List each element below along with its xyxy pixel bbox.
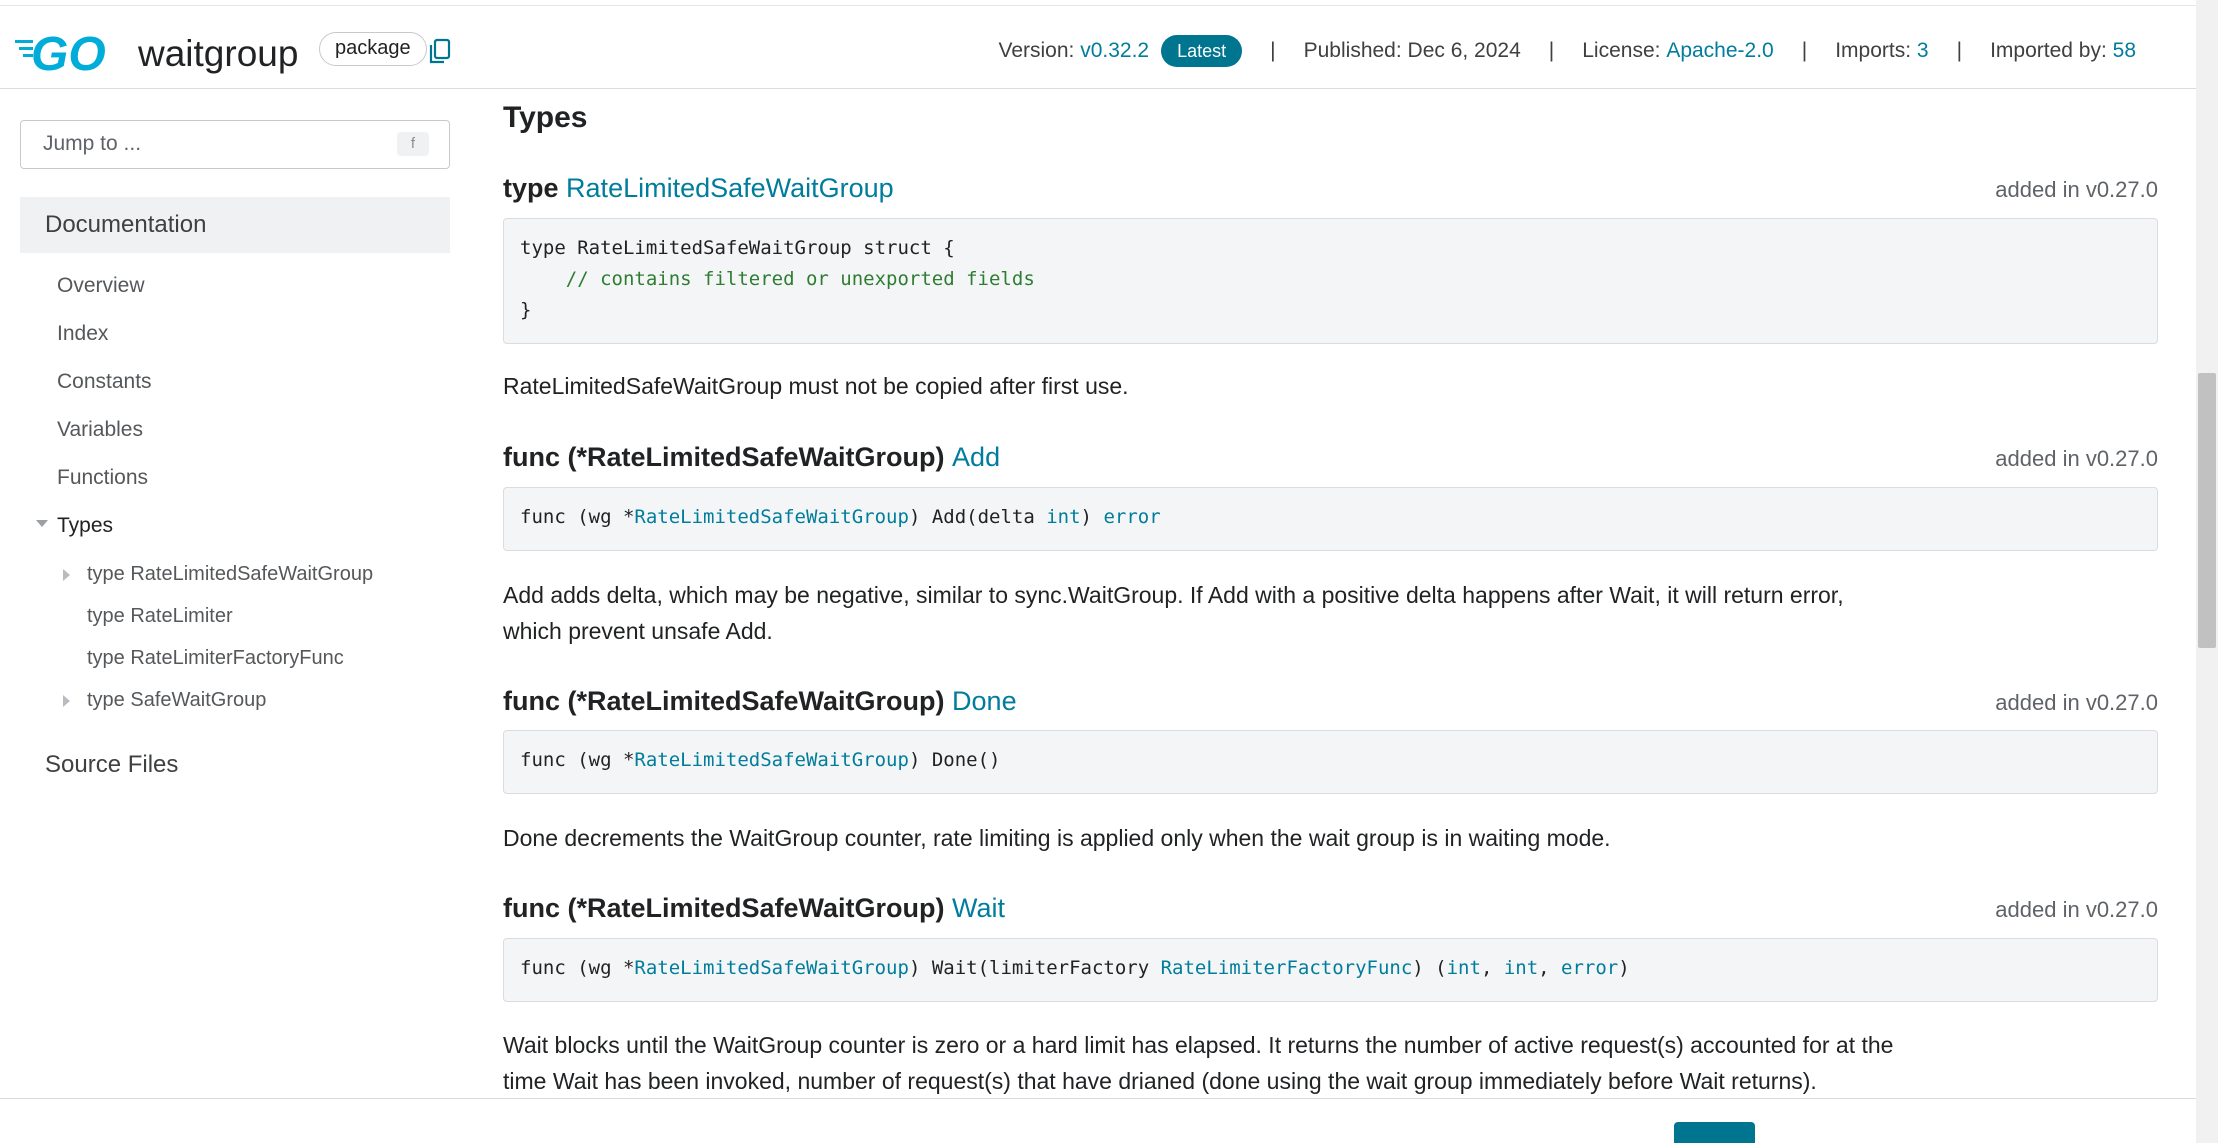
func-wait-link[interactable]: Wait <box>952 893 1005 923</box>
caret-down-icon[interactable] <box>36 520 48 527</box>
code-type-link[interactable]: RateLimitedSafeWaitGroup <box>634 957 909 979</box>
jump-shortcut-key: f <box>397 132 429 156</box>
added-version: added in v0.27.0 <box>1995 446 2158 471</box>
func-wait-prefix: func (*RateLimitedSafeWaitGroup) <box>503 893 945 923</box>
code-text: ) ( <box>1412 957 1447 979</box>
code-line: type RateLimitedSafeWaitGroup struct { <box>520 237 955 259</box>
type-keyword: type <box>503 173 559 203</box>
code-type-link[interactable]: RateLimitedSafeWaitGroup <box>634 749 909 771</box>
code-block-type: type RateLimitedSafeWaitGroup struct { /… <box>503 218 2158 344</box>
func-done-link[interactable]: Done <box>952 686 1017 716</box>
code-type-link[interactable]: int <box>1447 957 1481 979</box>
added-version: added in v0.27.0 <box>1995 897 2158 922</box>
published-date: Published: Dec 6, 2024 <box>1303 39 1521 62</box>
code-text: func (wg * <box>520 749 635 771</box>
code-text: ) <box>1618 957 1630 979</box>
package-meta: Version: v0.32.2 Latest | Published: Dec… <box>998 34 2136 68</box>
code-block-wait: func (wg *RateLimitedSafeWaitGroup) Wait… <box>503 938 2158 1002</box>
license-link[interactable]: Apache-2.0 <box>1666 34 1773 68</box>
section-title-types: Types <box>503 101 588 134</box>
code-line: } <box>520 299 532 321</box>
added-version: added in v0.27.0 <box>1995 690 2158 715</box>
meta-separator: | <box>1956 39 1963 62</box>
func-done-prefix: func (*RateLimitedSafeWaitGroup) <box>503 686 945 716</box>
meta-separator: | <box>1270 39 1276 62</box>
package-badge: package <box>319 32 427 66</box>
sidebar-item-functions[interactable]: Functions <box>57 463 148 493</box>
imports-link[interactable]: 3 <box>1917 34 1929 68</box>
meta-separator: | <box>1548 39 1555 62</box>
func-wait-description: Wait blocks until the WaitGroup counter … <box>503 1032 1894 1094</box>
code-block-add: func (wg *RateLimitedSafeWaitGroup) Add(… <box>503 487 2158 551</box>
page-header: GO waitgroup package Version: v0.32.2 La… <box>0 6 2196 89</box>
latest-badge[interactable]: Latest <box>1161 35 1243 67</box>
bottom-bar <box>0 1098 2196 1143</box>
code-text: ) Done() <box>908 749 1001 771</box>
func-add-description: Add adds delta, which may be negative, s… <box>503 582 1844 644</box>
sidebar-documentation-heading[interactable]: Documentation <box>20 197 450 253</box>
code-text: ) Add(delta <box>908 506 1047 528</box>
func-add-link[interactable]: Add <box>952 442 1000 472</box>
code-text: , <box>1538 957 1562 979</box>
code-type-link[interactable]: error <box>1103 506 1160 528</box>
go-logo-text: GO <box>31 28 106 76</box>
caret-right-icon[interactable] <box>63 569 70 581</box>
code-type-link[interactable]: RateLimitedSafeWaitGroup <box>634 506 909 528</box>
code-comment: // contains filtered or unexported field… <box>520 268 1035 290</box>
caret-right-icon[interactable] <box>63 695 70 707</box>
code-type-link[interactable]: int <box>1504 957 1538 979</box>
type-name-link[interactable]: RateLimitedSafeWaitGroup <box>566 173 894 203</box>
code-block-done: func (wg *RateLimitedSafeWaitGroup) Done… <box>503 730 2158 794</box>
sidebar-item-overview[interactable]: Overview <box>57 271 145 301</box>
jump-to-placeholder: Jump to ... <box>43 132 142 155</box>
go-logo[interactable]: GO <box>15 26 127 76</box>
license-label: License: <box>1582 39 1661 62</box>
code-text: ) <box>1080 506 1104 528</box>
func-wait-heading: func (*RateLimitedSafeWaitGroup) Wait <box>503 890 1005 926</box>
bottom-action-button[interactable] <box>1674 1122 1755 1143</box>
sidebar-type-safewaitgroup[interactable]: type SafeWaitGroup <box>87 685 266 715</box>
code-text: ) Wait(limiterFactory <box>908 957 1161 979</box>
imported-by-label: Imported by: <box>1990 39 2107 62</box>
func-done-description: Done decrements the WaitGroup counter, r… <box>503 825 1611 851</box>
imported-by-link[interactable]: 58 <box>2113 34 2136 68</box>
added-version: added in v0.27.0 <box>1995 177 2158 202</box>
meta-separator: | <box>1801 39 1808 62</box>
func-add-heading: func (*RateLimitedSafeWaitGroup) Add <box>503 439 1000 475</box>
type-description: RateLimitedSafeWaitGroup must not be cop… <box>503 373 1129 399</box>
sidebar-item-types[interactable]: Types <box>57 511 113 541</box>
imports-label: Imports: <box>1835 39 1912 62</box>
sidebar-type-ratelimiterfactoryfunc[interactable]: type RateLimiterFactoryFunc <box>87 643 344 673</box>
scrollbar-thumb[interactable] <box>2198 373 2216 648</box>
sidebar-item-variables[interactable]: Variables <box>57 415 143 445</box>
sidebar-type-ratelimiter[interactable]: type RateLimiter <box>87 601 233 631</box>
type-declaration-heading: type RateLimitedSafeWaitGroup <box>503 170 894 206</box>
copy-icon[interactable] <box>428 38 452 66</box>
code-type-link[interactable]: RateLimiterFactoryFunc <box>1161 957 1413 979</box>
sidebar-source-files[interactable]: Source Files <box>45 748 178 782</box>
version-link[interactable]: v0.32.2 <box>1080 34 1149 68</box>
func-done-heading: func (*RateLimitedSafeWaitGroup) Done <box>503 683 1017 719</box>
sidebar-item-constants[interactable]: Constants <box>57 367 152 397</box>
version-label: Version: <box>998 39 1075 62</box>
code-type-link[interactable]: int <box>1046 506 1080 528</box>
code-text: func (wg * <box>520 957 635 979</box>
package-title: waitgroup <box>138 33 299 74</box>
code-text: , <box>1480 957 1504 979</box>
code-type-link[interactable]: error <box>1561 957 1618 979</box>
jump-to-input[interactable]: Jump to ... f <box>20 120 450 169</box>
sidebar: Jump to ... f Documentation Overview Ind… <box>0 90 470 1100</box>
code-text: func (wg * <box>520 506 635 528</box>
func-add-prefix: func (*RateLimitedSafeWaitGroup) <box>503 442 945 472</box>
sidebar-item-index[interactable]: Index <box>57 319 108 349</box>
sidebar-type-ratelimitedsafewaitgroup[interactable]: type RateLimitedSafeWaitGroup <box>87 559 373 589</box>
